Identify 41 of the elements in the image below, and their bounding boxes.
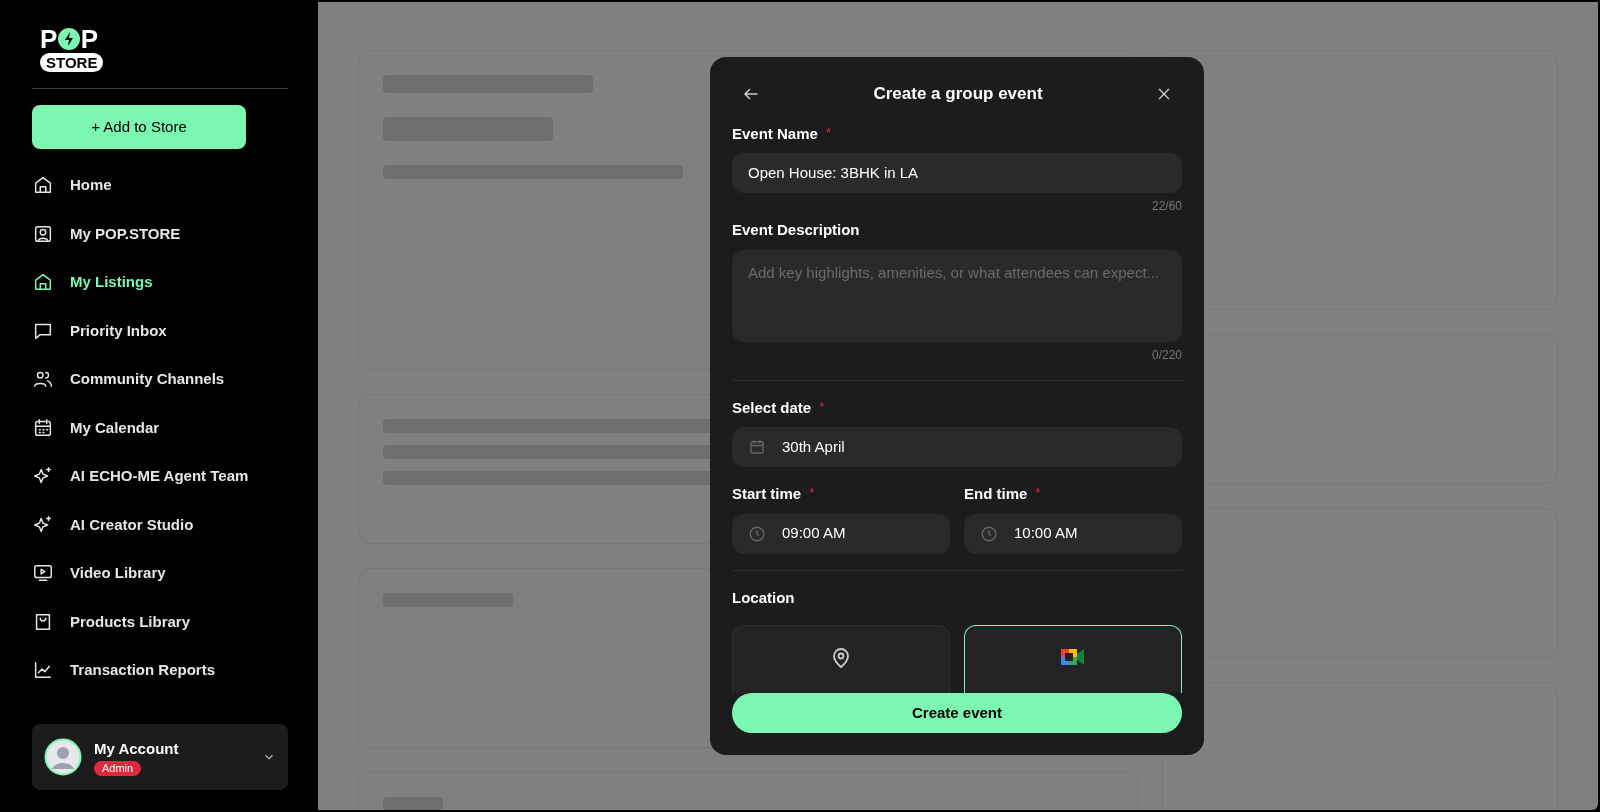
sidebar-item[interactable]: Community Channels [32, 355, 288, 404]
field-label: Location [732, 587, 796, 608]
required-mark: * [819, 397, 825, 416]
sidebar-item[interactable]: Video Library [32, 549, 288, 598]
clock-icon [748, 524, 766, 543]
sidebar-item[interactable]: My Listings [32, 258, 288, 307]
field-label: Start time [732, 484, 802, 504]
sidebar-item[interactable]: My Calendar [32, 403, 288, 452]
calendar-icon [32, 416, 54, 439]
role-badge: Admin [94, 760, 142, 776]
date-field[interactable]: 30th April [732, 427, 1182, 467]
logo[interactable]: P P STORE [40, 26, 110, 72]
required-mark: * [809, 484, 815, 502]
video-call-icon [1060, 646, 1086, 668]
sidebar-item[interactable]: Transaction Reports [32, 646, 288, 695]
sidebar-item[interactable]: My POP.STORE [32, 209, 288, 258]
character-counter: 22/60 [1151, 198, 1182, 215]
calendar-icon [748, 438, 766, 456]
field-label: Event Name [732, 123, 818, 144]
start-time-field[interactable]: 09:00 AM [732, 513, 950, 554]
end-time-field[interactable]: 10:00 AM [964, 513, 1182, 554]
account-name: My Account [94, 739, 179, 760]
avatar-icon [44, 738, 82, 776]
required-mark: * [825, 123, 831, 142]
field-label: Select date [732, 397, 812, 418]
sidebar-item[interactable]: Products Library [32, 597, 288, 646]
sidebar-item[interactable]: AI ECHO-ME Agent Team [32, 452, 288, 501]
add-to-store-button[interactable]: + Add to Store [32, 105, 246, 149]
event-description-field[interactable]: Add key highlights, amenities, or what attendees can expect... [732, 249, 1182, 342]
account-menu[interactable]: My Account Admin [32, 724, 288, 790]
required-mark: * [1035, 484, 1041, 502]
clock-icon [980, 524, 998, 543]
event-name-field[interactable]: Open House: 3BHK in LA [732, 153, 1182, 193]
sidebar-item[interactable]: Home [32, 161, 288, 210]
field-label: End time [964, 484, 1028, 504]
field-label: Event Description [732, 220, 860, 240]
sidebar-item[interactable]: Priority Inbox [32, 306, 288, 355]
character-counter: 0/220 [1151, 346, 1182, 364]
sidebar-item[interactable]: AI Creator Studio [32, 500, 288, 549]
create-event-button[interactable]: Create event [732, 693, 1182, 733]
modal-title: Create a group event [873, 83, 1043, 105]
